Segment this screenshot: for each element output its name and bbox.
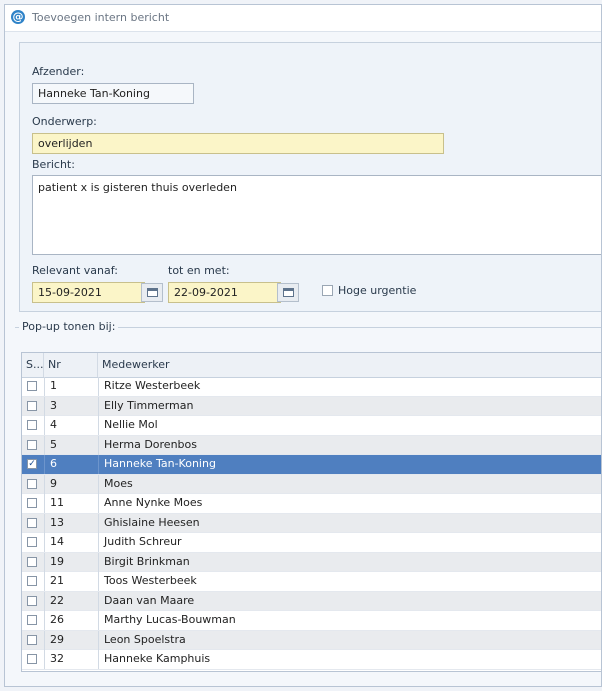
row-checkbox[interactable]	[27, 381, 37, 391]
row-employee-name: Ghislaine Heesen	[98, 513, 200, 533]
high-urgency-label: Hoge urgentie	[338, 284, 417, 297]
table-row[interactable]: 14 Judith Schreur	[22, 533, 601, 553]
table-row[interactable]: 19 Birgit Brinkman	[22, 552, 601, 572]
table-row[interactable]: 22 Daan van Maare	[22, 591, 601, 611]
row-checkbox[interactable]	[27, 556, 37, 567]
row-checkbox[interactable]	[27, 478, 37, 489]
row-employee-name: Toos Westerbeek	[98, 572, 197, 591]
table-row[interactable]: 11 Anne Nynke Moes	[22, 494, 601, 514]
row-nr: 32	[44, 650, 94, 669]
subject-label: Onderwerp:	[32, 115, 97, 128]
table-row[interactable]: 26 Marthy Lucas-Bouwman	[22, 611, 601, 631]
high-urgency-checkbox[interactable]	[322, 285, 333, 296]
row-employee-name: Daan van Maare	[98, 591, 194, 611]
calendar-icon	[147, 288, 158, 297]
grid-header: S... Nr Medewerker	[22, 353, 601, 378]
row-checkbox[interactable]	[27, 537, 37, 547]
relevant-from-label: Relevant vanaf:	[32, 264, 118, 277]
table-row[interactable]: 5 Herma Dorenbos	[22, 435, 601, 455]
row-employee-name: Herma Dorenbos	[98, 435, 197, 455]
row-nr: 29	[44, 630, 94, 650]
row-employee-name: Judith Schreur	[98, 533, 182, 552]
table-row[interactable]: 4 Nellie Mol	[22, 416, 601, 436]
row-employee-name: Anne Nynke Moes	[98, 494, 202, 513]
subject-input[interactable]: overlijden	[32, 133, 444, 154]
table-row[interactable]: 3 Elly Timmerman	[22, 396, 601, 416]
table-row[interactable]: 1 Ritze Westerbeek	[22, 377, 601, 397]
row-nr: 5	[44, 435, 94, 455]
row-nr: 9	[44, 474, 94, 494]
table-row[interactable]: 9 Moes	[22, 474, 601, 494]
row-employee-name: Nellie Mol	[98, 416, 158, 435]
table-row[interactable]: 32 Hanneke Kamphuis	[22, 650, 601, 670]
until-label: tot en met:	[168, 264, 230, 277]
employee-grid: S... Nr Medewerker 1 Ritze Westerbeek 3 Ell…	[21, 352, 601, 672]
row-employee-name: Leon Spoelstra	[98, 630, 186, 650]
column-header-employee[interactable]: Medewerker	[98, 353, 398, 377]
row-employee-name: Moes	[98, 474, 133, 494]
until-calendar-button[interactable]	[277, 283, 299, 302]
row-checkbox[interactable]	[27, 654, 37, 664]
row-employee-name: Hanneke Tan-Koning	[98, 455, 216, 474]
popup-group-label: Pop-up tonen bij:	[19, 320, 119, 333]
row-nr: 22	[44, 591, 94, 611]
table-row[interactable]: 29 Leon Spoelstra	[22, 630, 601, 650]
row-checkbox[interactable]	[27, 517, 37, 528]
sender-label: Afzender:	[32, 65, 85, 78]
row-employee-name: Elly Timmerman	[98, 396, 193, 416]
row-nr: 6	[44, 455, 94, 474]
row-nr: 19	[44, 552, 94, 572]
row-employee-name: Marthy Lucas-Bouwman	[98, 611, 236, 630]
row-employee-name: Hanneke Kamphuis	[98, 650, 210, 669]
row-checkbox[interactable]	[27, 400, 37, 411]
at-sign-icon: @	[11, 10, 25, 24]
row-nr: 14	[44, 533, 94, 552]
table-row[interactable]: 21 Toos Westerbeek	[22, 572, 601, 592]
row-checkbox[interactable]	[27, 420, 37, 430]
relevant-from-calendar-button[interactable]	[141, 283, 163, 302]
message-label: Bericht:	[32, 158, 75, 171]
until-date-input[interactable]: 22-09-2021	[168, 282, 281, 303]
title-bar: @ Toevoegen intern bericht	[5, 5, 601, 32]
row-employee-name: Ritze Westerbeek	[98, 377, 200, 396]
row-checkbox[interactable]	[27, 615, 37, 625]
column-header-select[interactable]: S...	[22, 353, 44, 377]
row-checkbox[interactable]	[27, 634, 37, 645]
row-nr: 13	[44, 513, 94, 533]
row-nr: 3	[44, 396, 94, 416]
column-header-nr[interactable]: Nr	[44, 353, 98, 377]
popup-recipients-group: Pop-up tonen bij: S... Nr Medewerker 1 Ri…	[15, 320, 601, 689]
message-form-panel: Afzender: Hanneke Tan-Koning Onderwerp: …	[19, 42, 601, 312]
calendar-icon	[283, 288, 294, 297]
table-row[interactable]: ✓ 6 Hanneke Tan-Koning	[22, 455, 601, 475]
row-checkbox[interactable]	[27, 595, 37, 606]
row-checkbox[interactable]	[27, 439, 37, 450]
sender-field: Hanneke Tan-Koning	[32, 83, 194, 104]
row-nr: 11	[44, 494, 94, 513]
relevant-from-date-input[interactable]: 15-09-2021	[32, 282, 145, 303]
row-checkbox[interactable]	[27, 498, 37, 508]
window-title: Toevoegen intern bericht	[32, 11, 170, 24]
grid-rows: 1 Ritze Westerbeek 3 Elly Timmerman 4 Nellie …	[22, 377, 601, 670]
row-nr: 4	[44, 416, 94, 435]
row-nr: 26	[44, 611, 94, 630]
row-checkbox[interactable]	[27, 576, 37, 586]
dialog-window: @ Toevoegen intern bericht Afzender: Han…	[4, 4, 602, 687]
table-row[interactable]: 13 Ghislaine Heesen	[22, 513, 601, 533]
row-nr: 21	[44, 572, 94, 591]
row-nr: 1	[44, 377, 94, 396]
row-employee-name: Birgit Brinkman	[98, 552, 190, 572]
message-textarea[interactable]: patient x is gisteren thuis overleden	[32, 175, 601, 255]
row-checkbox[interactable]: ✓	[27, 459, 37, 469]
